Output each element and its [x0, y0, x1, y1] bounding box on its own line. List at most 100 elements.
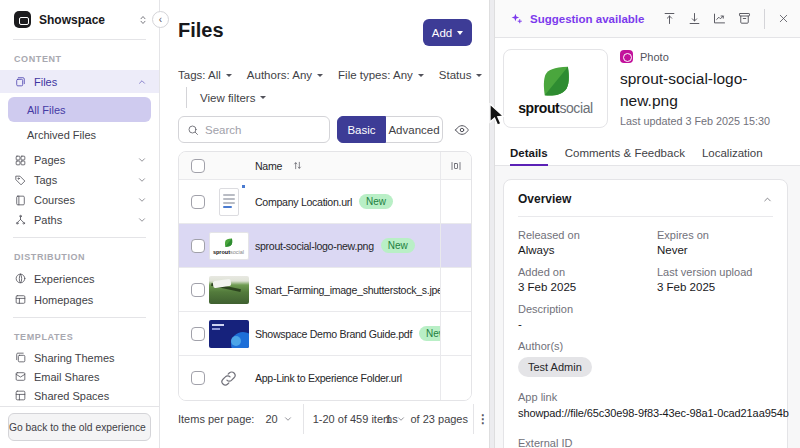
row-checkbox[interactable] [191, 195, 205, 209]
chevron-down-icon [137, 155, 147, 165]
file-type-label: Photo [640, 51, 669, 63]
field-last-version-upload: Last version upload 3 Feb 2025 [657, 266, 773, 293]
farming-photo-thumbnail [209, 276, 249, 304]
download-icon [687, 11, 702, 26]
files-panel: Files Add Tags: All Authors: Any File ty… [161, 0, 489, 448]
sidebar-item-paths[interactable]: Paths [0, 210, 159, 230]
filter-tags[interactable]: Tags: All [178, 69, 232, 81]
add-button[interactable]: Add [423, 19, 472, 46]
sidebar-item-homepages[interactable]: Homepages [0, 289, 159, 310]
caret-down-icon [476, 74, 482, 77]
table-row-selected[interactable]: sproutsocial sprout-social-logo-new.pngN… [179, 224, 471, 268]
table-row[interactable]: Showspace Demo Brand Guide.pdfNew [179, 312, 471, 356]
preview-eye-button[interactable] [454, 122, 470, 138]
sidebar-item-all-files[interactable]: All Files [8, 97, 151, 122]
search-input[interactable] [205, 124, 305, 136]
analytics-button[interactable] [712, 11, 727, 26]
mode-toggle: Basic Advanced [337, 116, 443, 143]
current-page[interactable]: 1 [385, 413, 391, 425]
name-column-header[interactable]: Name [255, 160, 282, 172]
sidebar-collapse-button[interactable]: ‹ [152, 11, 169, 28]
archive-icon [737, 11, 752, 26]
pager-menu-icon[interactable]: ⋮ [477, 412, 489, 426]
detail-filename: sprout-social-logo-new.png [620, 68, 792, 111]
files-icon [14, 75, 27, 88]
chevron-down-icon[interactable] [396, 414, 406, 424]
table-row[interactable]: Company Location.urlNew [179, 180, 471, 224]
columns-icon[interactable] [450, 160, 462, 172]
filter-status[interactable]: Status [439, 69, 483, 81]
filter-authors[interactable]: Authors: Any [247, 69, 323, 81]
sidebar-item-archived-files[interactable]: Archived Files [8, 122, 151, 147]
sidebar-item-tags[interactable]: Tags [0, 170, 159, 190]
collapse-chevron-icon[interactable] [762, 194, 773, 205]
detail-header: Suggestion available [495, 0, 800, 38]
row-checkbox[interactable] [191, 239, 205, 253]
field-authors: Author(s) Test Admin [518, 340, 773, 377]
row-checkbox[interactable] [191, 283, 205, 297]
sharing-themes-icon [14, 351, 27, 364]
search-box [178, 116, 330, 143]
header-separator [764, 9, 765, 29]
paths-icon [14, 214, 27, 227]
files-table: Name Company Location.urlNew [178, 151, 472, 401]
items-per-page-value[interactable]: 20 [265, 413, 277, 425]
tab-comments-feedback[interactable]: Comments & Feedback [565, 147, 685, 165]
pages-icon [14, 154, 27, 167]
tab-details[interactable]: Details [510, 147, 548, 166]
sidebar-item-pages[interactable]: Pages [0, 150, 159, 170]
tab-localization[interactable]: Localization [702, 147, 763, 165]
caret-down-icon [457, 31, 463, 35]
pages-count-label: of 23 pages [411, 413, 469, 425]
sort-icon[interactable] [292, 160, 303, 171]
section-templates-label: TEMPLATES [0, 321, 159, 348]
row-checkbox[interactable] [191, 327, 205, 341]
download-button[interactable] [687, 11, 702, 26]
chevron-down-icon [137, 175, 147, 185]
overview-card: Overview Released on Always Expires on N… [503, 179, 788, 448]
app-link-value[interactable]: showpad://file/65c30e98-9f83-43ec-98a1-0… [518, 407, 789, 419]
sprout-logo-icon [537, 62, 575, 100]
experiences-icon [14, 272, 27, 285]
table-row[interactable]: Smart_Farming_image_shutterstock_s.jpeg [179, 268, 471, 312]
pagination: Items per page: 20 1-20 of 459 items 1 o… [178, 404, 489, 434]
suggestion-available[interactable]: Suggestion available [510, 12, 644, 25]
sidebar-item-courses[interactable]: Courses [0, 190, 159, 210]
homepages-icon [14, 293, 27, 306]
field-expires-on: Expires on Never [657, 229, 773, 256]
close-panel-button[interactable] [777, 12, 790, 25]
field-description: Description - [518, 303, 773, 330]
go-back-button[interactable]: Go back to the old experience [8, 413, 151, 441]
file-preview[interactable]: sproutsocial [503, 49, 608, 128]
section-content-label: CONTENT [0, 43, 159, 70]
share-upload-button[interactable] [662, 11, 677, 26]
eye-icon [454, 122, 470, 138]
workspace-switcher[interactable]: Showspace [0, 0, 159, 36]
sidebar-item-experiences[interactable]: Experiences [0, 268, 159, 289]
sidebar-item-email-shares[interactable]: Email Shares [0, 367, 159, 386]
page-title: Files [178, 19, 224, 42]
view-filters-toggle[interactable]: View filters [200, 92, 266, 104]
section-distribution-label: DISTRIBUTION [0, 241, 159, 268]
sidebar-item-files[interactable]: Files [0, 70, 159, 93]
overview-title: Overview [518, 192, 571, 206]
select-all-checkbox[interactable] [191, 159, 205, 173]
workspace-name: Showspace [39, 13, 129, 27]
advanced-mode-button[interactable]: Advanced [386, 116, 443, 143]
sidebar-item-sharing-themes[interactable]: Sharing Themes [0, 348, 159, 367]
author-pill: Test Admin [518, 357, 592, 377]
field-app-link: App link showpad://file/65c30e98-9f83-43… [518, 391, 773, 419]
archive-button[interactable] [737, 11, 752, 26]
detail-summary: sproutsocial Photo sprout-social-logo-ne… [495, 38, 800, 139]
sidebar-divider [13, 237, 146, 238]
table-header: Name [179, 152, 471, 180]
chevron-down-icon[interactable] [283, 414, 293, 424]
analytics-icon [712, 11, 727, 26]
sidebar-item-shared-spaces[interactable]: Shared Spaces [0, 386, 159, 405]
table-row[interactable]: App-Link to Experience Folder.url [179, 356, 471, 400]
row-checkbox[interactable] [191, 371, 205, 385]
sprout-logo-text: sproutsocial [518, 100, 593, 116]
filter-file-types[interactable]: File types: Any [338, 69, 424, 81]
basic-mode-button[interactable]: Basic [337, 116, 386, 143]
detail-tabs: Details Comments & Feedback Localization [495, 139, 800, 166]
